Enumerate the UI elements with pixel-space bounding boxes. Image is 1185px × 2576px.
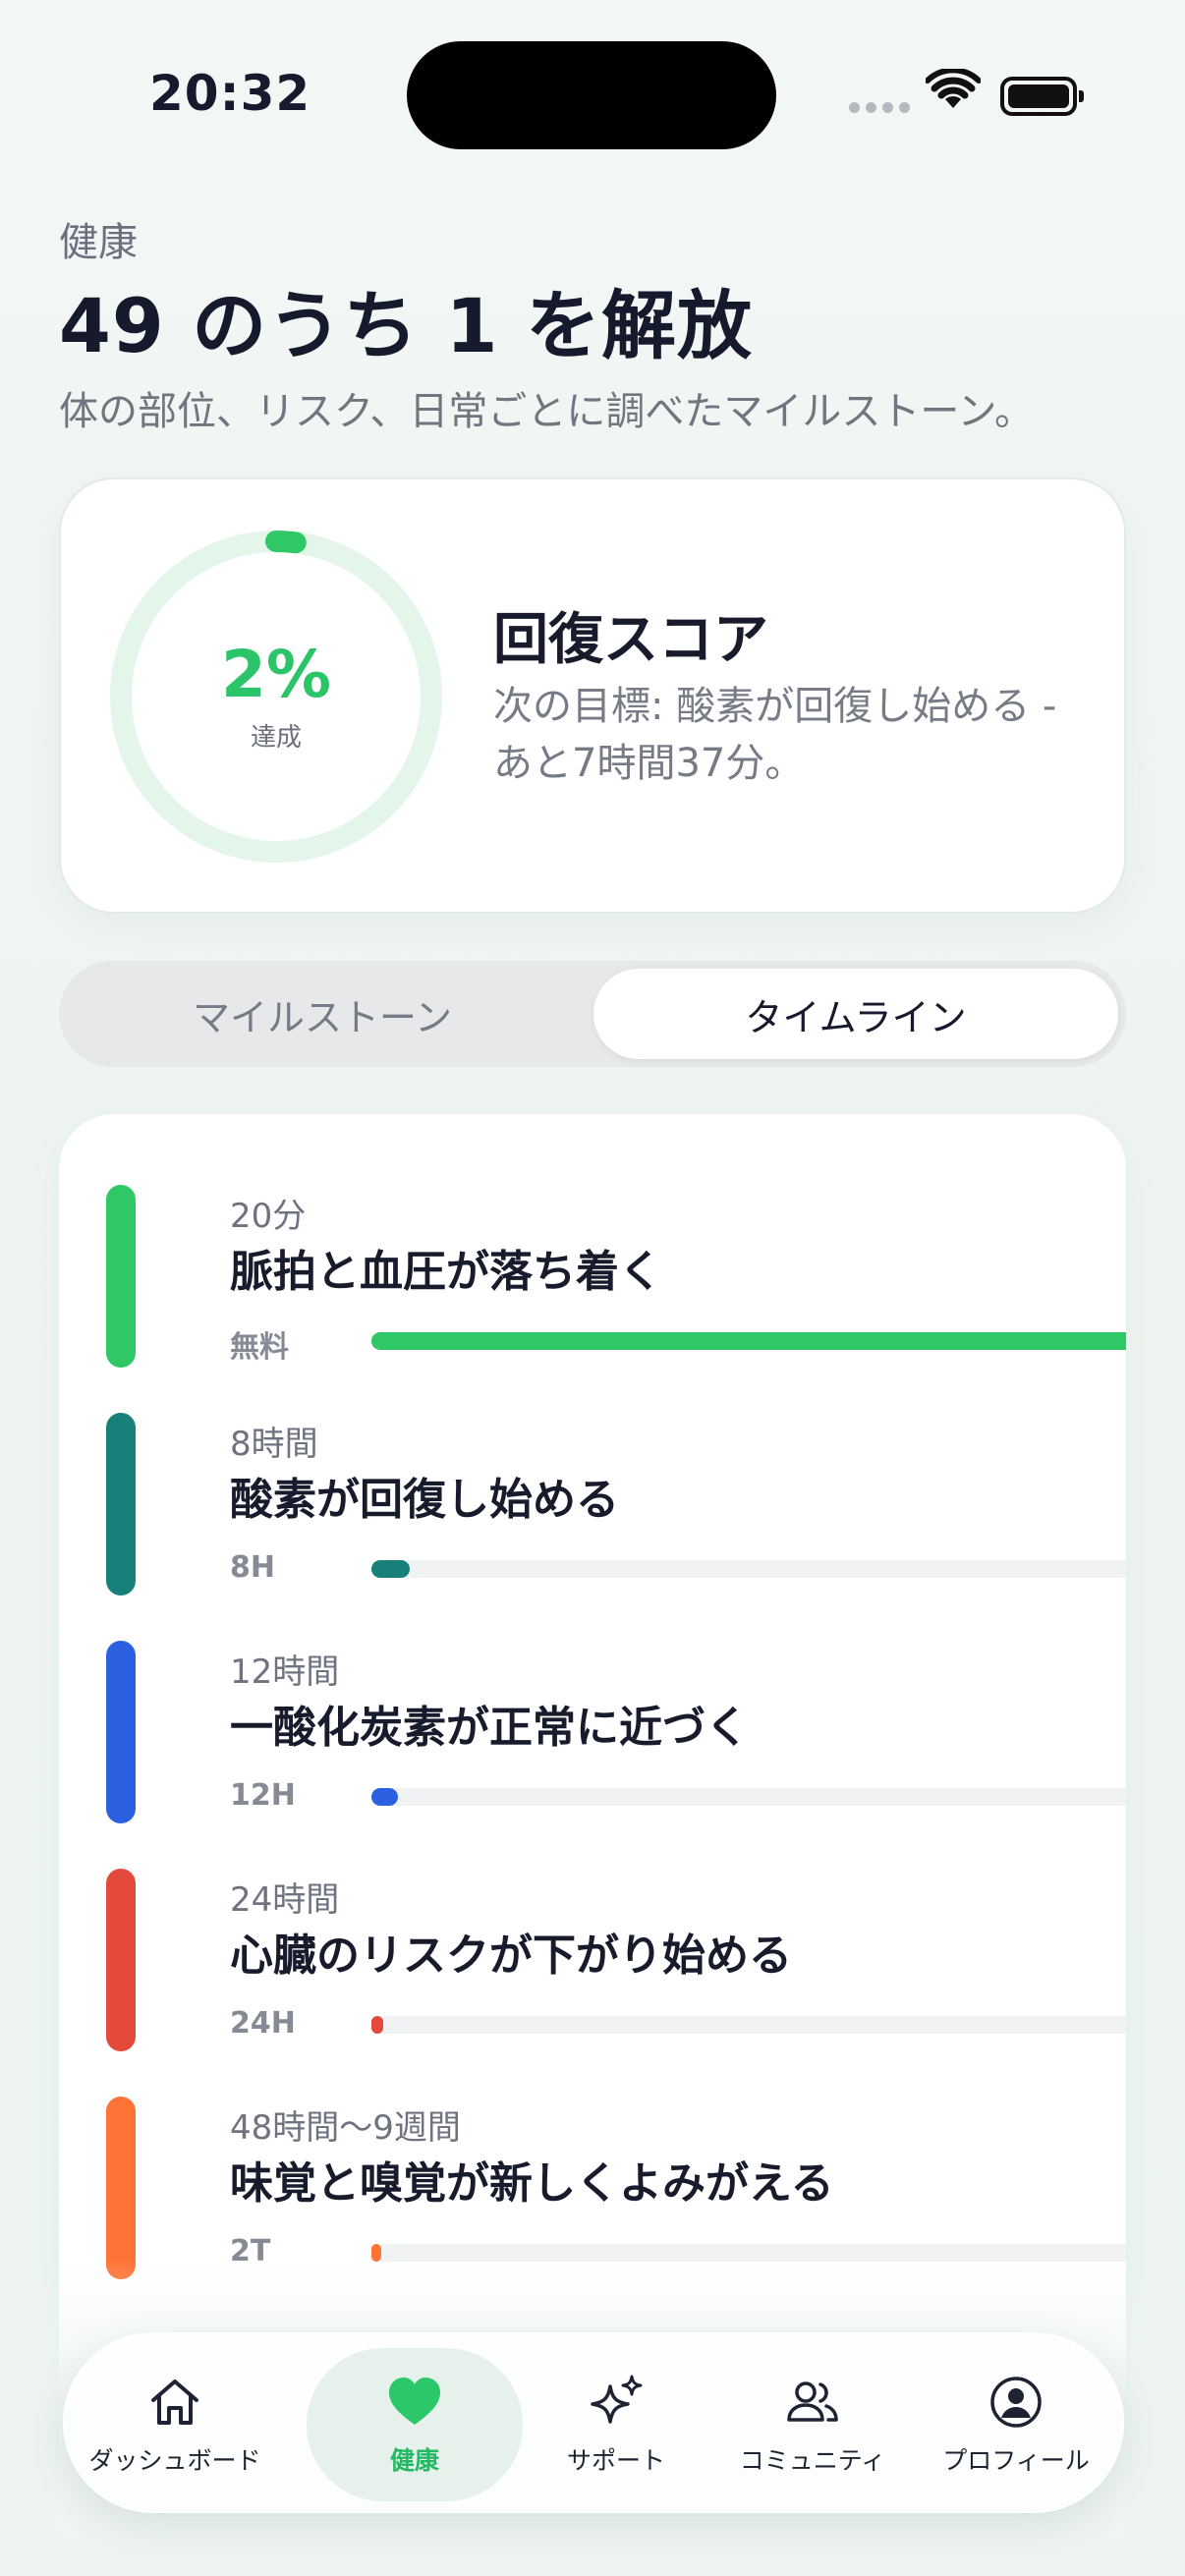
nav-dashboard[interactable]: ダッシュボード <box>79 2334 271 2515</box>
recovery-score-card: 2% 達成 回復スコア 次の目標: 酸素が回復し始める - あと7時間37分。 <box>59 477 1126 914</box>
section-eyebrow: 健康 <box>59 220 138 265</box>
score-desc-line1: 次の目標: 酸素が回復し始める - <box>493 684 1057 729</box>
timeline-title: 一酸化炭素が正常に近づく <box>230 1703 749 1753</box>
timeline-accent-bar <box>106 1641 136 1823</box>
bottom-tab-bar: ダッシュボード 健康 サポート コミュニティ プロフィール <box>63 2332 1124 2513</box>
battery-icon <box>1000 77 1084 116</box>
sparkles-icon <box>591 2375 643 2424</box>
heart-icon <box>389 2378 440 2425</box>
timeline-item[interactable]: 20分 脈拍と血圧が落ち着く 無料 <box>59 1114 1126 1368</box>
timeline-title: 味覚と嗅覚が新しくよみがえる <box>230 2158 834 2209</box>
nav-label-dashboard: ダッシュボード <box>88 2446 261 2475</box>
timeline-title: 酸素が回復し始める <box>230 1475 619 1525</box>
users-icon <box>787 2381 838 2422</box>
timeline-accent-bar <box>106 1185 136 1368</box>
nav-label-support: サポート <box>566 2446 665 2475</box>
nav-support[interactable]: サポート <box>533 2334 700 2515</box>
timeline-time: 24時間 <box>230 1880 340 1920</box>
score-title: 回復スコア <box>493 608 768 672</box>
timeline-time: 12時間 <box>230 1652 340 1692</box>
timeline-time: 8時間 <box>230 1425 318 1464</box>
timeline-item[interactable]: 8時間 酸素が回復し始める 8H <box>59 1342 1126 1596</box>
timeline-title: 脈拍と血圧が落ち着く <box>230 1247 662 1297</box>
status-time: 20:32 <box>149 65 311 122</box>
tab-timeline[interactable]: タイムライン <box>593 969 1118 1059</box>
wifi-icon <box>926 69 981 108</box>
page-title: 49 のうち 1 を解放 <box>59 282 754 369</box>
score-description: 次の目標: 酸素が回復し始める - あと7時間37分。 <box>493 678 1093 792</box>
view-segmented-control: マイルストーン タイムライン <box>59 961 1126 1067</box>
timeline-time: 48時間〜9週間 <box>230 2108 461 2148</box>
dynamic-island <box>407 41 776 149</box>
cellular-signal-icon <box>849 102 910 113</box>
timeline-item[interactable]: 48時間〜9週間 味覚と嗅覚が新しくよみがえる 2T <box>59 2026 1126 2279</box>
timeline-time: 20分 <box>230 1197 307 1236</box>
profile-icon <box>990 2377 1042 2428</box>
score-percent: 2% <box>220 637 332 712</box>
nav-label-health: 健康 <box>389 2446 439 2475</box>
nav-profile[interactable]: プロフィール <box>916 2334 1116 2515</box>
score-desc-line2: あと7時間37分。 <box>493 741 805 786</box>
timeline-item[interactable]: 12時間 一酸化炭素が正常に近づく 12H <box>59 1570 1126 1823</box>
nav-label-profile: プロフィール <box>942 2446 1090 2475</box>
nav-community[interactable]: コミュニティ <box>709 2334 916 2515</box>
score-sub-label: 達成 <box>250 723 302 753</box>
nav-health[interactable]: 健康 <box>307 2334 523 2515</box>
timeline-accent-bar <box>106 2097 136 2279</box>
timeline-title: 心臓のリスクが下がり始める <box>230 1931 792 1981</box>
timeline-accent-bar <box>106 1869 136 2051</box>
nav-label-community: コミュニティ <box>739 2446 886 2475</box>
timeline-item[interactable]: 24時間 心臓のリスクが下がり始める 24H <box>59 1798 1126 2051</box>
home-icon <box>151 2380 198 2425</box>
page-subtitle: 体の部位、リスク、日常ごとに調べたマイルストーン。 <box>59 389 1034 434</box>
timeline-accent-bar <box>106 1413 136 1596</box>
tab-milestones[interactable]: マイルストーン <box>67 969 578 1059</box>
